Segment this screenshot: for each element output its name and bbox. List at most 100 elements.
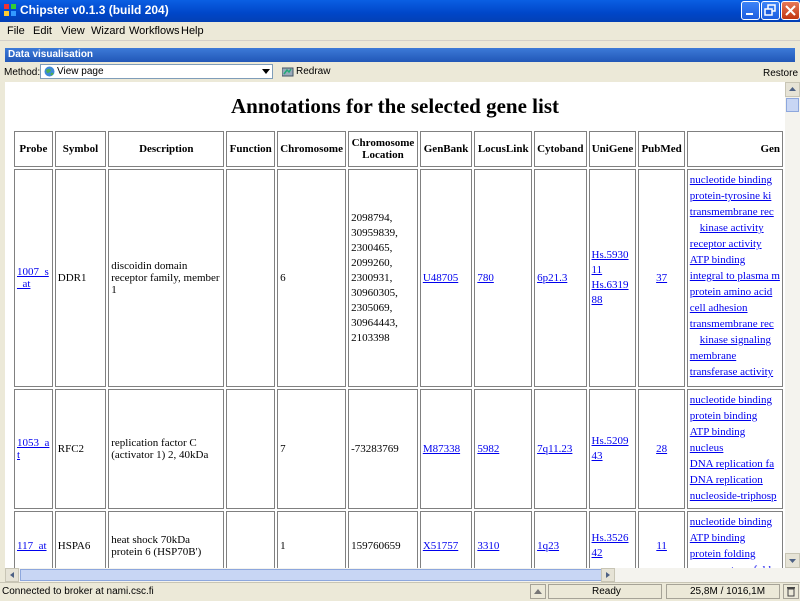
genbank-cell: U48705 bbox=[419, 169, 473, 387]
unigene-cell: Hs.5930 11 Hs.6319 88 bbox=[588, 169, 637, 387]
panel-title: Data visualisation bbox=[8, 49, 94, 60]
location-value: 30964443, bbox=[351, 316, 398, 329]
description-cell: heat shock 70kDa protein 6 (HSP70B') bbox=[108, 511, 225, 568]
vertical-scrollbar[interactable] bbox=[785, 82, 800, 568]
go-term-link[interactable]: DNA replication fa bbox=[690, 456, 780, 472]
header-genbank: GenBank bbox=[419, 131, 473, 167]
go-term-link[interactable]: kinase activity bbox=[690, 220, 780, 236]
maximize-button[interactable] bbox=[761, 1, 780, 20]
menu-workflows[interactable]: Workflows bbox=[129, 25, 180, 37]
unigene-link[interactable]: Hs.6319 bbox=[592, 278, 634, 293]
method-select[interactable]: View page bbox=[40, 64, 273, 79]
locuslink-link[interactable]: 780 bbox=[477, 272, 494, 284]
go-term-link[interactable]: cell adhesion bbox=[690, 300, 780, 316]
horizontal-scrollbar[interactable] bbox=[5, 568, 800, 582]
cytoband-link[interactable]: 6p21.3 bbox=[537, 272, 567, 284]
chromosome-cell: 6 bbox=[277, 169, 347, 387]
locuslink-link[interactable]: 3310 bbox=[477, 540, 499, 552]
table-row: 117_at HSPA6 heat shock 70kDa protein 6 (H… bbox=[14, 511, 783, 568]
horizontal-scroll-thumb[interactable] bbox=[20, 569, 610, 581]
go-term-link[interactable]: transferase activity bbox=[690, 364, 780, 380]
description-cell: discoidin domain receptor family, member… bbox=[108, 169, 225, 387]
cytoband-cell: 1q23 bbox=[534, 511, 587, 568]
table-header-row: Probe Symbol Description Function Chromo… bbox=[14, 131, 783, 167]
scroll-right-button[interactable] bbox=[601, 568, 615, 582]
menu-wizard[interactable]: Wizard bbox=[91, 25, 125, 37]
unigene-link[interactable]: 88 bbox=[592, 293, 634, 308]
unigene-link[interactable]: 11 bbox=[592, 263, 634, 278]
go-term-link[interactable]: membrane bbox=[690, 348, 780, 364]
memory-usage: 25,8M / 1016,1M bbox=[690, 586, 766, 597]
function-cell bbox=[226, 511, 276, 568]
probe-cell: 1053_at bbox=[14, 389, 53, 509]
restore-button[interactable]: Restore bbox=[763, 68, 798, 79]
menu-bar: File Edit View Wizard Workflows Help bbox=[0, 22, 800, 41]
description-cell: replication factor C (activator 1) 2, 40… bbox=[108, 389, 225, 509]
method-label: Method: bbox=[4, 67, 41, 78]
unigene-link[interactable]: Hs.5930 bbox=[592, 248, 634, 263]
header-pubmed: PubMed bbox=[638, 131, 685, 167]
go-term-link[interactable]: nucleus bbox=[690, 440, 780, 456]
header-description: Description bbox=[108, 131, 225, 167]
go-term-link[interactable]: transmembrane rec bbox=[690, 204, 780, 220]
scroll-up-button[interactable] bbox=[785, 82, 800, 97]
genbank-link[interactable]: X51757 bbox=[423, 540, 458, 552]
pubmed-link[interactable]: 28 bbox=[656, 443, 667, 455]
locuslink-cell: 780 bbox=[474, 169, 533, 387]
go-term-link[interactable]: ATP binding bbox=[690, 424, 780, 440]
pubmed-cell: 37 bbox=[638, 169, 685, 387]
go-term-link[interactable]: receptor activity bbox=[690, 236, 780, 252]
status-arrow[interactable] bbox=[530, 584, 546, 599]
go-term-link[interactable]: nucleoside-triphosp bbox=[690, 488, 780, 504]
header-gene-ontology: Gen bbox=[686, 131, 783, 167]
vertical-scroll-thumb[interactable] bbox=[786, 98, 799, 112]
genbank-link[interactable]: U48705 bbox=[423, 272, 458, 284]
menu-view[interactable]: View bbox=[61, 25, 85, 37]
go-term-link[interactable]: DNA replication bbox=[690, 472, 780, 488]
scroll-down-button[interactable] bbox=[785, 553, 800, 568]
page-heading: Annotations for the selected gene list bbox=[231, 94, 559, 118]
go-term-link[interactable]: ATP binding bbox=[690, 530, 780, 546]
go-term-link[interactable]: protein amino acid bbox=[690, 284, 780, 300]
unigene-cell: Hs.3526 42 bbox=[588, 511, 637, 568]
garbage-collect-button[interactable] bbox=[783, 584, 799, 599]
menu-help[interactable]: Help bbox=[181, 25, 204, 37]
pubmed-link[interactable]: 37 bbox=[656, 272, 667, 284]
probe-link[interactable]: 1007_s_at bbox=[17, 266, 49, 290]
menu-edit[interactable]: Edit bbox=[33, 25, 52, 37]
pubmed-link[interactable]: 11 bbox=[656, 540, 667, 552]
go-term-link[interactable]: nucleotide binding bbox=[690, 392, 780, 408]
go-term-link[interactable]: nucleotide binding bbox=[690, 514, 780, 530]
locuslink-link[interactable]: 5982 bbox=[477, 443, 499, 455]
go-term-link[interactable]: nucleotide binding bbox=[690, 172, 780, 188]
go-term-link[interactable]: ATP binding bbox=[690, 252, 780, 268]
minimize-button[interactable] bbox=[741, 1, 760, 20]
header-function: Function bbox=[226, 131, 276, 167]
close-button[interactable] bbox=[781, 1, 800, 20]
cytoband-link[interactable]: 7q11.23 bbox=[537, 443, 572, 455]
go-term-link[interactable]: integral to plasma m bbox=[690, 268, 780, 284]
unigene-link[interactable]: Hs.5209 bbox=[592, 434, 634, 449]
menu-file[interactable]: File bbox=[7, 25, 25, 37]
redraw-label: Redraw bbox=[296, 66, 331, 77]
probe-link[interactable]: 1053_at bbox=[17, 437, 49, 461]
unigene-link[interactable]: 42 bbox=[592, 546, 634, 561]
location-value: 30960305, bbox=[351, 286, 398, 299]
scroll-left-button[interactable] bbox=[5, 568, 19, 582]
location-value: 2300465, bbox=[351, 241, 393, 254]
table-row: 1007_s_at DDR1 discoidin domain receptor f… bbox=[14, 169, 783, 387]
go-term-link[interactable]: transmembrane rec bbox=[690, 316, 780, 332]
go-term-link[interactable]: protein binding bbox=[690, 408, 780, 424]
probe-link[interactable]: 117_at bbox=[17, 540, 47, 552]
genbank-link[interactable]: M87338 bbox=[423, 443, 460, 455]
go-term-link[interactable]: protein-tyrosine ki bbox=[690, 188, 780, 204]
redraw-icon bbox=[281, 66, 294, 80]
symbol-cell: RFC2 bbox=[54, 389, 107, 509]
unigene-link[interactable]: Hs.3526 bbox=[592, 531, 634, 546]
unigene-link[interactable]: 43 bbox=[592, 449, 634, 464]
go-term-link[interactable]: protein folding bbox=[690, 546, 780, 562]
chromosome-location-cell: 2098794, 30959839, 2300465, 2099260, 2300931… bbox=[348, 169, 418, 387]
go-term-link[interactable]: kinase signaling bbox=[690, 332, 780, 348]
cytoband-link[interactable]: 1q23 bbox=[537, 540, 559, 552]
pubmed-cell: 11 bbox=[638, 511, 685, 568]
